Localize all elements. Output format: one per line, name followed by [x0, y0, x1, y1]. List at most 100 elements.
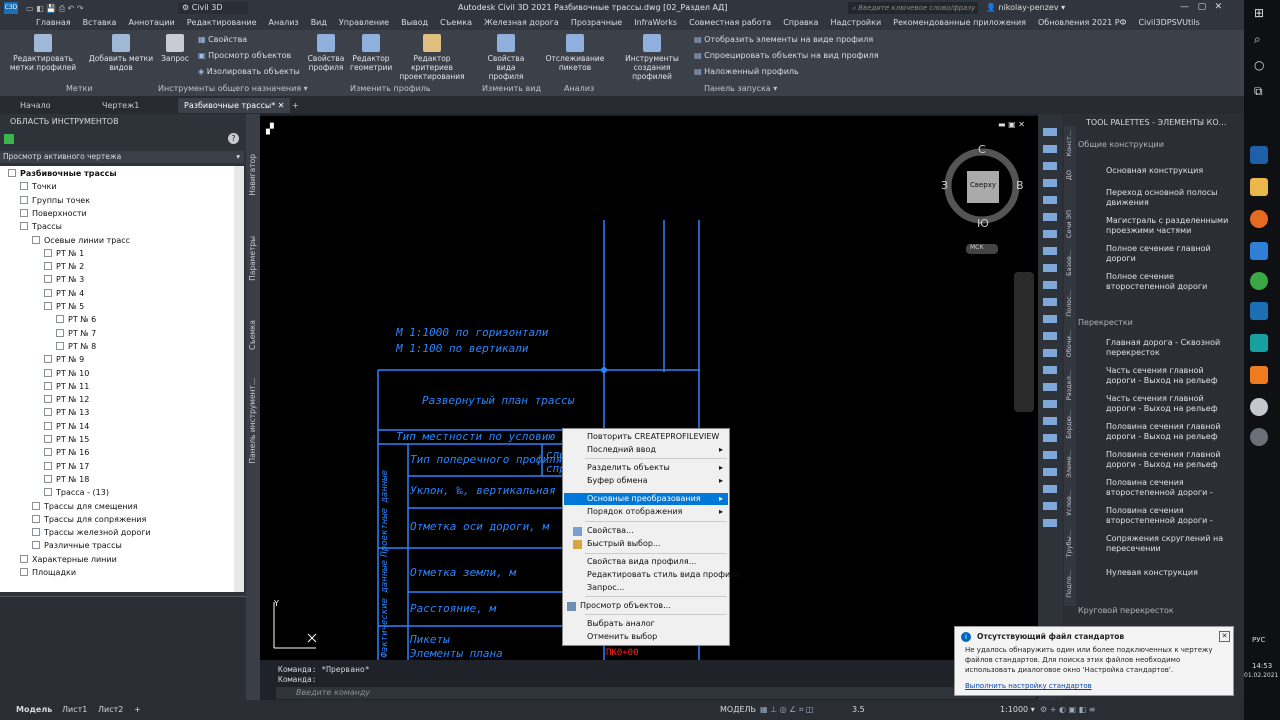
tab-help[interactable]: Справка: [777, 16, 824, 30]
tree-item[interactable]: РТ № 3: [44, 274, 84, 286]
profile-creation-tools-button[interactable]: Инструменты создания профилей: [614, 34, 690, 81]
tree-item[interactable]: РТ № 9: [44, 354, 84, 366]
tab-active-drawing[interactable]: Разбивочные трассы* ✕: [178, 98, 291, 113]
status-icons[interactable]: ▦ ⊥ ◎ ∠ ⌗ ◫: [760, 705, 813, 715]
tree-item[interactable]: Трассы железной дороги: [32, 527, 151, 539]
new-tab-button[interactable]: +: [286, 98, 305, 113]
view-selector[interactable]: Просмотр активного чертежа ▾: [0, 151, 244, 163]
tab-collaborate[interactable]: Совместная работа: [683, 16, 777, 30]
workspace-selector[interactable]: ⚙ Civil 3D: [178, 2, 248, 14]
palette-item[interactable]: Главная дорога - Сквозной перекресток: [1106, 338, 1234, 358]
menu-quick-select[interactable]: Быстрый выбор...: [587, 539, 661, 548]
taskbar-app-icon[interactable]: [1250, 146, 1268, 164]
tab-modify[interactable]: Редактирование: [181, 16, 263, 30]
tree-item[interactable]: Площадки: [20, 567, 76, 579]
tab-psv-utils[interactable]: Civil3DPSVUtils: [1133, 16, 1206, 30]
orange-app-icon[interactable]: [1250, 366, 1268, 384]
prospector-icon[interactable]: [4, 134, 14, 144]
palette-side-tab[interactable]: Обочи...: [1065, 330, 1073, 357]
tree-item[interactable]: РТ № 16: [44, 447, 89, 459]
menu-split-objects[interactable]: Разделить объекты: [587, 463, 670, 472]
station-tracker-button[interactable]: Отслеживание пикетов: [544, 34, 606, 72]
tab-annotate[interactable]: Аннотации: [122, 16, 180, 30]
tab-survey[interactable]: Съемка: [434, 16, 478, 30]
tab-manage[interactable]: Управление: [333, 16, 395, 30]
tab-insert[interactable]: Вставка: [77, 16, 123, 30]
palette-item[interactable]: Магистраль с разделенными проезжими част…: [1106, 216, 1234, 236]
palette-side-tab[interactable]: Элеме...: [1065, 450, 1073, 478]
tree-item[interactable]: Поверхности: [20, 208, 87, 220]
tab-layout1[interactable]: Лист1: [62, 705, 87, 714]
viewcube-west[interactable]: З: [941, 179, 948, 192]
palette-side-tab[interactable]: Бордю...: [1065, 410, 1073, 439]
tree-item[interactable]: РТ № 18: [44, 474, 89, 486]
palette-side-tab[interactable]: Трубы...: [1065, 530, 1073, 557]
palette-item[interactable]: Переход основной полосы движения: [1106, 188, 1234, 208]
tab-start[interactable]: Начало: [14, 98, 57, 113]
tree-scrollbar[interactable]: [234, 166, 244, 592]
add-view-labels-button[interactable]: Добавить метки видов: [88, 34, 154, 72]
tab-output[interactable]: Вывод: [395, 16, 434, 30]
menu-select-similar[interactable]: Выбрать аналог: [587, 619, 655, 628]
side-tab-toolbox[interactable]: Панель инструмент...: [248, 378, 257, 464]
profile-view-properties-button[interactable]: Свойства вида профиля: [478, 34, 534, 81]
tab-analyze[interactable]: Анализ: [263, 16, 305, 30]
add-layout-button[interactable]: +: [134, 705, 141, 714]
annotation-scale[interactable]: 1:1000 ▾: [1000, 705, 1035, 714]
tree-item[interactable]: РТ № 2: [44, 261, 84, 273]
quick-access-toolbar[interactable]: ▭ ◧ 💾 ⎙ ↶ ↷: [26, 4, 166, 13]
command-input[interactable]: Введите команду: [276, 687, 1036, 699]
tab-rail[interactable]: Железная дорога: [478, 16, 565, 30]
tab-view[interactable]: Вид: [305, 16, 333, 30]
clock-app-icon[interactable]: [1250, 428, 1268, 446]
superimposed-profile-button[interactable]: ▤ Наложенный профиль: [694, 67, 799, 76]
palette-side-tab[interactable]: Подпо...: [1065, 570, 1073, 598]
palette-item[interactable]: Основная конструкция: [1106, 166, 1234, 176]
tree-item[interactable]: РТ № 4: [44, 288, 84, 300]
tree-item[interactable]: РТ № 11: [44, 381, 89, 393]
clock-date[interactable]: 01.02.2021: [1244, 672, 1278, 679]
menu-draw-order[interactable]: Порядок отображения: [587, 507, 682, 516]
model-space-indicator[interactable]: МОДЕЛЬ: [720, 705, 756, 714]
menu-profile-view-properties[interactable]: Свойства вида профиля...: [587, 557, 696, 566]
tree-item[interactable]: РТ № 14: [44, 421, 89, 433]
palette-side-tab[interactable]: Услов...: [1065, 490, 1073, 516]
isolate-objects-button[interactable]: ◈ Изолировать объекты: [198, 67, 300, 76]
tree-item[interactable]: Точки: [20, 181, 57, 193]
query-button[interactable]: Запрос: [158, 34, 192, 63]
close-icon[interactable]: ✕: [1219, 631, 1230, 642]
green-app-icon[interactable]: [1250, 272, 1268, 290]
palette-item[interactable]: Часть сечения главной дороги - Выход на …: [1106, 394, 1234, 414]
app-logo-icon[interactable]: C3D: [4, 2, 18, 14]
palette-item[interactable]: Полное сечение главной дороги: [1106, 244, 1234, 264]
tab-drawing1[interactable]: Чертеж1: [96, 98, 145, 113]
tree-item[interactable]: Различные трассы: [32, 540, 122, 552]
group-general-tools[interactable]: Инструменты общего назначения ▾: [158, 84, 308, 93]
palette-item[interactable]: Половина сечения второстепенной дороги -…: [1106, 506, 1234, 526]
menu-deselect-all[interactable]: Отменить выбор: [587, 632, 657, 641]
tree-item[interactable]: РТ № 7: [56, 328, 96, 340]
tab-infraworks[interactable]: InfraWorks: [628, 16, 683, 30]
tree-item[interactable]: Трасса - (13): [44, 487, 109, 499]
tree-item[interactable]: Трассы: [20, 221, 62, 233]
object-viewer-button[interactable]: ▣ Просмотр объектов: [198, 51, 291, 60]
tree-item[interactable]: РТ № 10: [44, 368, 89, 380]
menu-object-viewer[interactable]: Просмотр объектов...: [580, 601, 671, 610]
search-icon[interactable]: ⌕: [1254, 32, 1261, 47]
profile-properties-button[interactable]: Свойства профиля: [304, 34, 348, 72]
palette-item[interactable]: Сопряжения скруглений на пересечении: [1106, 534, 1234, 554]
tree-item[interactable]: Осевые линии трасс: [32, 235, 130, 247]
geometry-editor-button[interactable]: Редактор геометрии: [350, 34, 392, 72]
tree-item[interactable]: Трассы для смещения: [32, 501, 138, 513]
palette-item[interactable]: Нулевая конструкция: [1106, 568, 1234, 588]
tab-transparent[interactable]: Прозрачные: [565, 16, 628, 30]
tree-item[interactable]: РТ № 6: [56, 314, 96, 326]
edit-profile-labels-button[interactable]: Редактировать метки профилей: [2, 34, 84, 72]
weather-app-icon[interactable]: [1250, 398, 1268, 416]
menu-clipboard[interactable]: Буфер обмена: [587, 476, 648, 485]
tab-addins[interactable]: Надстройки: [824, 16, 887, 30]
menu-edit-profile-view-style[interactable]: Редактировать стиль вида профиля...: [587, 570, 748, 579]
palette-item[interactable]: Половина сечения второстепенной дороги -…: [1106, 478, 1234, 498]
viewport-controls[interactable]: ▬ ▣ ✕: [998, 120, 1025, 129]
viewcube-north[interactable]: С: [978, 143, 986, 156]
